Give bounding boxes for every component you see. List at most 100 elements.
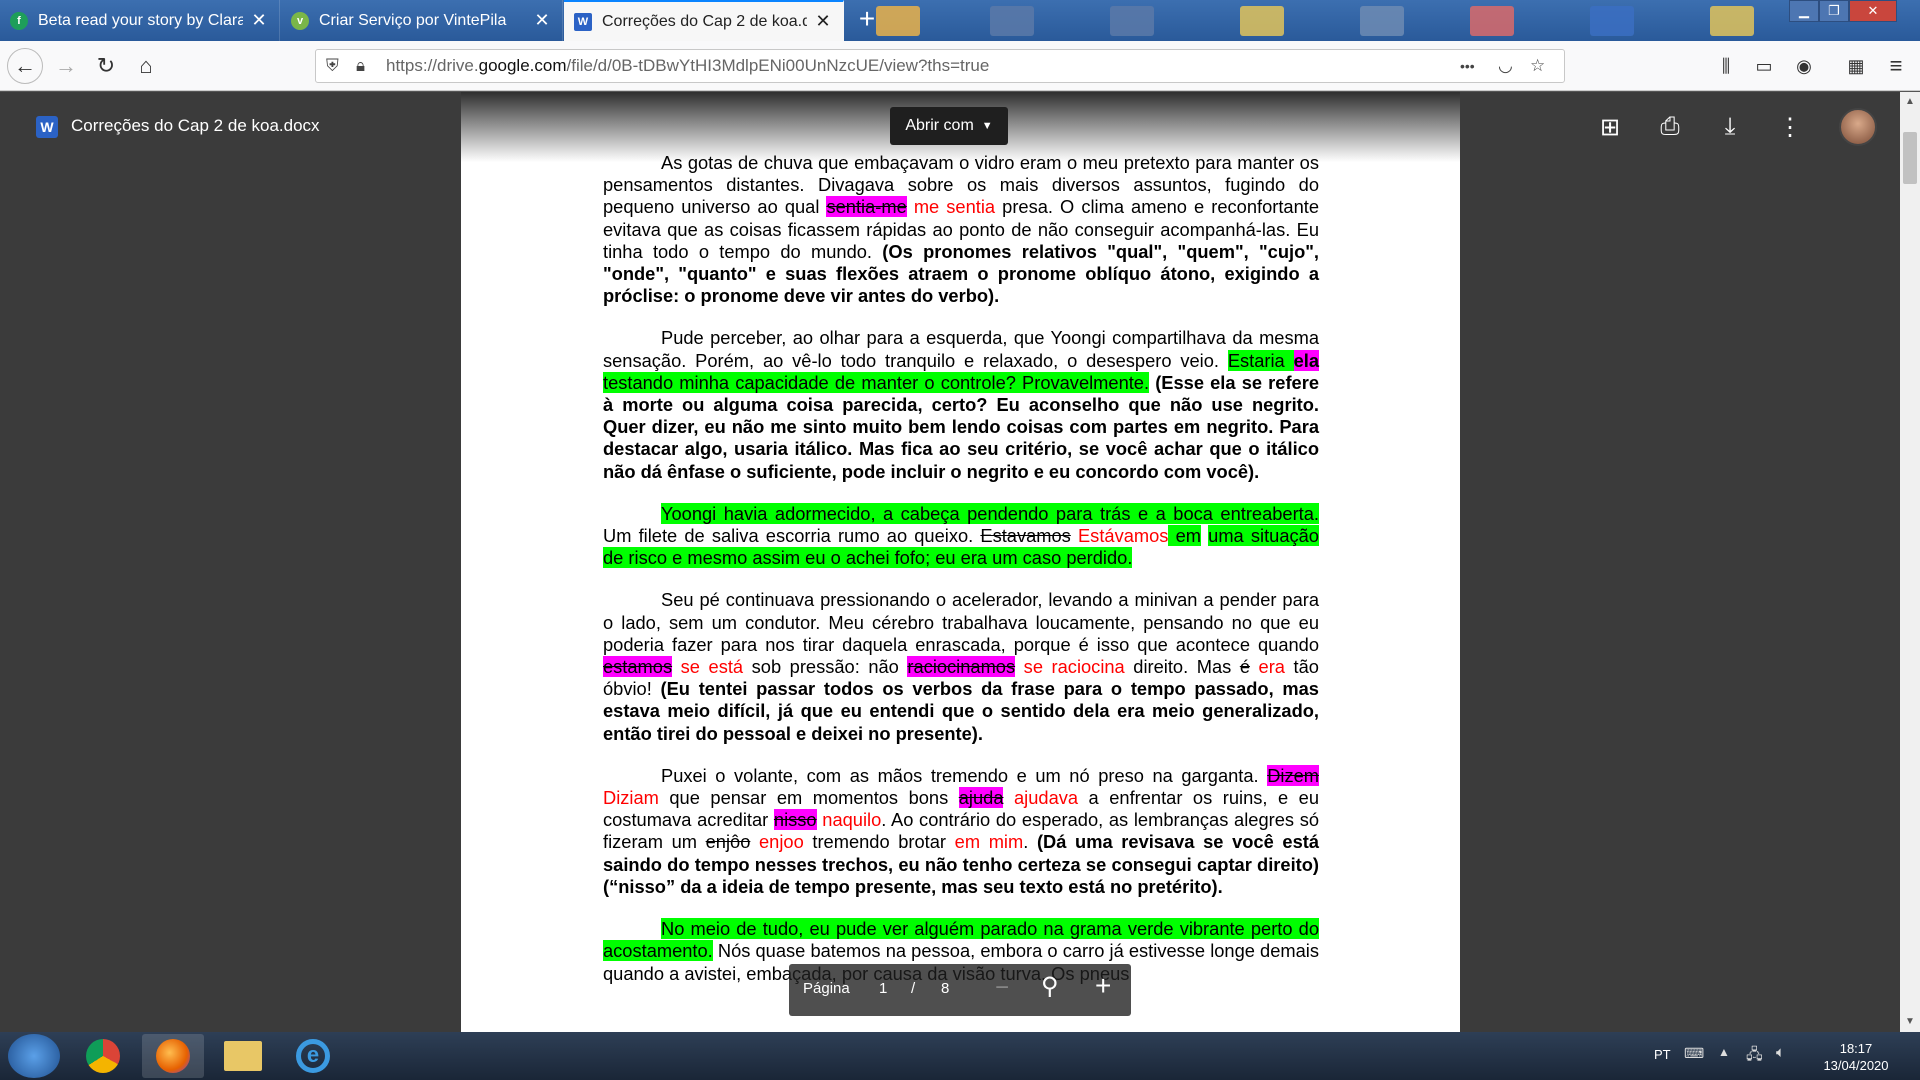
- inserted-text: Estávamos: [1070, 525, 1169, 547]
- inserted-text: em mim: [954, 831, 1024, 853]
- deleted-text: raciocinamos: [907, 656, 1016, 678]
- deleted-text: é: [1239, 656, 1250, 678]
- document-title: Correções do Cap 2 de koa.docx: [71, 116, 320, 135]
- highlighted-text: Estaria: [1227, 349, 1285, 371]
- volume-icon[interactable]: 🔈︎: [1776, 1044, 1785, 1061]
- zoom-icon: ⚲: [1041, 973, 1059, 1000]
- scroll-up-icon[interactable]: ▲: [1900, 92, 1920, 112]
- document-body: As gotas de chuva que embaçavam o vidro …: [603, 152, 1319, 1005]
- extensions-icon[interactable]: ▦: [1840, 50, 1872, 82]
- home-button[interactable]: ⌂: [130, 50, 162, 82]
- deleted-text: nisso: [773, 809, 817, 831]
- keyboard-icon[interactable]: ⌨: [1684, 1045, 1704, 1062]
- chrome-taskbar-icon[interactable]: [72, 1034, 134, 1078]
- clock-date: 13/04/2020: [1823, 1058, 1889, 1073]
- close-tab-icon[interactable]: ✕: [532, 10, 552, 31]
- current-page[interactable]: 1: [879, 980, 887, 997]
- drive-file-viewer: W Correções do Cap 2 de koa.docx ⊞ ⎙ ⤓ ⋮…: [0, 92, 1900, 1032]
- back-button[interactable]: ←: [7, 48, 43, 84]
- paragraph-3: Yoongi havia adormecido, a cabeça penden…: [603, 502, 1319, 570]
- url-path: /file/d/0B-tDBwYtHI3MdlpENi00UnNzcUE/vie…: [566, 56, 990, 75]
- tab-title: Beta read your story by Claraci: [38, 11, 243, 29]
- pocket-icon[interactable]: ◡: [1498, 56, 1513, 76]
- text-run: Pude perceber, ao olhar para a esquerda,…: [603, 327, 1319, 371]
- clock-time: 18:17: [1839, 1041, 1873, 1056]
- text-run: Seu pé continuava pressionando o acelera…: [603, 589, 1319, 655]
- highlighted-word: ela: [1293, 349, 1319, 371]
- scrollbar-thumb[interactable]: [1903, 132, 1917, 184]
- paragraph-4: Seu pé continuava pressionando o acelera…: [603, 589, 1319, 744]
- vertical-scrollbar[interactable]: ▲ ▼: [1900, 92, 1920, 1032]
- url-domain: google.com: [478, 56, 567, 75]
- inserted-text: se raciocina: [1015, 656, 1125, 678]
- text-run: direito. Mas: [1124, 656, 1240, 678]
- zoom-out-icon[interactable]: −: [995, 974, 1009, 1002]
- paragraph-2: Pude perceber, ao olhar para a esquerda,…: [603, 327, 1319, 482]
- paragraph-1: As gotas de chuva que embaçavam o vidro …: [603, 152, 1319, 307]
- reviewer-note: (Eu tentei passar todos os verbos da fra…: [603, 678, 1319, 744]
- lock-icon[interactable]: 🔒︎: [356, 56, 365, 76]
- desktop-app-icon: [1110, 6, 1154, 36]
- restore-window-button[interactable]: ❐: [1819, 0, 1849, 22]
- paragraph-5: Puxei o volante, com as mãos tremendo e …: [603, 764, 1319, 898]
- close-tab-icon[interactable]: ✕: [813, 11, 833, 32]
- open-with-button[interactable]: Abrir com ▼: [890, 107, 1008, 145]
- inserted-text: ajudava: [1003, 787, 1079, 809]
- desktop-word-icon: [1590, 6, 1634, 36]
- tab-beta-read[interactable]: f Beta read your story by Claraci ✕: [0, 0, 280, 41]
- deleted-text: ajuda: [958, 787, 1004, 809]
- system-clock[interactable]: 18:17 13/04/2020: [1810, 1040, 1902, 1074]
- network-icon[interactable]: 🖧︎: [1746, 1044, 1763, 1069]
- desktop-folder-icon: [1710, 6, 1754, 36]
- bookmark-star-icon[interactable]: ☆: [1530, 56, 1545, 76]
- menu-hamburger-icon[interactable]: ≡: [1880, 50, 1912, 82]
- text-run: sob pressão: não: [743, 656, 908, 678]
- tab-title: Criar Serviço por VintePila: [319, 11, 507, 29]
- deleted-text: Estavamos: [980, 525, 1071, 547]
- inserted-text: me sentia: [906, 196, 996, 218]
- more-options-icon[interactable]: ⋮: [1775, 112, 1805, 142]
- url-bar[interactable]: ⛨ 🔒︎ https://drive.google.com/file/d/0B-…: [315, 49, 1565, 83]
- deleted-text: estamos: [603, 656, 673, 678]
- internet-explorer-taskbar-icon[interactable]: e: [282, 1034, 344, 1078]
- text-run: Puxei o volante, com as mãos tremendo e …: [661, 764, 1268, 786]
- show-hidden-icons-icon[interactable]: ▲: [1718, 1045, 1730, 1059]
- url-text[interactable]: https://drive.google.com/file/d/0B-tDBwY…: [386, 56, 989, 76]
- download-icon[interactable]: ⤓: [1715, 112, 1745, 142]
- navigation-toolbar: ← → ↻ ⌂ ⛨ 🔒︎ https://drive.google.com/fi…: [0, 41, 1920, 91]
- open-with-label: Abrir com: [905, 117, 974, 134]
- forward-button[interactable]: →: [50, 50, 82, 82]
- sidebar-icon[interactable]: ▭: [1748, 50, 1780, 82]
- desktop-folder-icon: [876, 6, 920, 36]
- page-label: Página: [803, 980, 850, 997]
- library-icon[interactable]: ⫼: [1710, 50, 1742, 82]
- shield-icon[interactable]: ⛨: [326, 56, 339, 76]
- add-comment-icon[interactable]: ⊞: [1595, 112, 1625, 142]
- language-indicator[interactable]: PT: [1654, 1047, 1671, 1062]
- screen: f Beta read your story by Claraci ✕ v Cr…: [0, 0, 1920, 1080]
- text-run: .: [1023, 831, 1037, 853]
- close-window-button[interactable]: ✕: [1849, 0, 1897, 22]
- inserted-text: Diziam: [603, 787, 659, 809]
- print-icon[interactable]: ⎙: [1655, 112, 1685, 142]
- highlighted-text: Yoongi havia adormecido, a cabeça penden…: [661, 502, 1319, 524]
- tab-correcoes[interactable]: W Correções do Cap 2 de koa.doc ✕: [564, 0, 844, 41]
- explorer-taskbar-icon[interactable]: [212, 1034, 274, 1078]
- page-actions-button[interactable]: •••: [1460, 58, 1475, 74]
- avatar[interactable]: [1839, 108, 1877, 146]
- desktop-folder-icon: [1240, 6, 1284, 36]
- deleted-text: enjôo: [705, 831, 751, 853]
- page-separator: /: [911, 980, 916, 997]
- scroll-down-icon[interactable]: ▼: [1900, 1012, 1920, 1032]
- start-button[interactable]: [8, 1034, 60, 1078]
- zoom-in-icon[interactable]: +: [1095, 970, 1111, 1002]
- close-tab-icon[interactable]: ✕: [249, 10, 269, 31]
- reload-button[interactable]: ↻: [90, 50, 122, 82]
- document-page: As gotas de chuva que embaçavam o vidro …: [461, 92, 1460, 1032]
- desktop-app-icon: [1360, 6, 1404, 36]
- account-icon[interactable]: ◉: [1788, 50, 1820, 82]
- minimize-window-button[interactable]: ▁: [1789, 0, 1819, 22]
- firefox-taskbar-icon[interactable]: [142, 1034, 204, 1078]
- inserted-text: era: [1249, 656, 1285, 678]
- tab-criar-servico[interactable]: v Criar Serviço por VintePila ✕: [281, 0, 563, 41]
